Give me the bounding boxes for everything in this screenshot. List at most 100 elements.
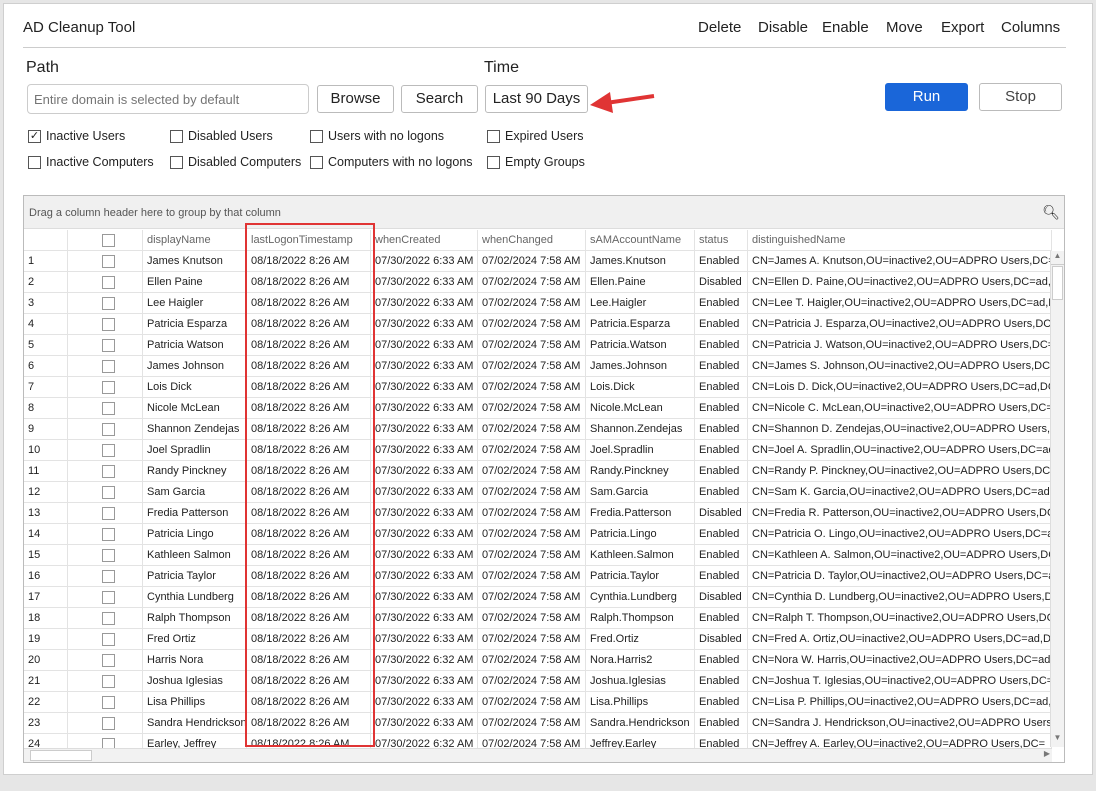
table-row[interactable]: 4 Patricia Esparza 08/18/2022 8:26 AM 07/30… xyxy=(24,314,1052,335)
table-row[interactable]: 18 Ralph Thompson 08/18/2022 8:26 AM 07/30/… xyxy=(24,608,1052,629)
table-row[interactable]: 23 Sandra Hendrickson 08/18/2022 8:26 AM 07… xyxy=(24,713,1052,734)
table-row[interactable]: 3 Lee Haigler 08/18/2022 8:26 AM 07/30/2022… xyxy=(24,293,1052,314)
scroll-down-icon[interactable]: ▼ xyxy=(1051,733,1064,747)
table-row[interactable]: 21 Joshua Iglesias 08/18/2022 8:26 AM 07/30… xyxy=(24,671,1052,692)
filter-computers-with-no-logons[interactable]: Computers with no logons xyxy=(310,155,473,169)
scrollbar-thumb[interactable] xyxy=(1052,266,1063,300)
row-checkbox[interactable] xyxy=(68,314,143,335)
checkbox[interactable] xyxy=(102,549,115,562)
vertical-scrollbar[interactable]: ▲ ▼ xyxy=(1050,251,1064,747)
checkbox[interactable] xyxy=(102,570,115,583)
row-checkbox[interactable] xyxy=(68,461,143,482)
menu-columns[interactable]: Columns xyxy=(1001,19,1060,36)
checkbox[interactable] xyxy=(102,486,115,499)
row-checkbox[interactable] xyxy=(68,440,143,461)
row-checkbox[interactable] xyxy=(68,503,143,524)
column-header-row[interactable]: displayName lastLogonTimestamp whenCreated… xyxy=(24,230,1052,251)
table-row[interactable]: 11 Randy Pinckney 08/18/2022 8:26 AM 07/30/… xyxy=(24,461,1052,482)
row-checkbox[interactable] xyxy=(68,293,143,314)
checkbox[interactable] xyxy=(102,591,115,604)
checkbox[interactable] xyxy=(170,155,183,169)
row-checkbox[interactable] xyxy=(68,251,143,272)
table-row[interactable]: 7 Lois Dick 08/18/2022 8:26 AM 07/30/2022 6… xyxy=(24,377,1052,398)
menu-delete[interactable]: Delete xyxy=(698,19,741,36)
checkbox[interactable] xyxy=(102,423,115,436)
table-row[interactable]: 5 Patricia Watson 08/18/2022 8:26 AM 07/30/… xyxy=(24,335,1052,356)
menu-disable[interactable]: Disable xyxy=(758,19,808,36)
row-checkbox[interactable] xyxy=(68,398,143,419)
filter-inactive-computers[interactable]: Inactive Computers xyxy=(28,155,154,169)
checkbox[interactable] xyxy=(102,675,115,688)
checkbox[interactable] xyxy=(102,444,115,457)
filter-inactive-users[interactable]: ✓ Inactive Users xyxy=(28,129,125,143)
checkbox[interactable] xyxy=(102,297,115,310)
checkbox[interactable] xyxy=(102,465,115,478)
checkbox[interactable] xyxy=(102,276,115,289)
checkbox[interactable] xyxy=(170,129,183,143)
table-row[interactable]: 1 James Knutson 08/18/2022 8:26 AM 07/30/20… xyxy=(24,251,1052,272)
filter-users-with-no-logons[interactable]: Users with no logons xyxy=(310,129,444,143)
checkbox[interactable] xyxy=(102,612,115,625)
table-row[interactable]: 20 Harris Nora 08/18/2022 8:26 AM 07/30/202… xyxy=(24,650,1052,671)
row-checkbox[interactable] xyxy=(68,713,143,734)
checkbox[interactable]: ✓ xyxy=(28,129,41,143)
row-checkbox[interactable] xyxy=(68,524,143,545)
row-checkbox[interactable] xyxy=(68,230,143,251)
row-checkbox[interactable] xyxy=(68,608,143,629)
table-row[interactable]: 16 Patricia Taylor 08/18/2022 8:26 AM 07/30… xyxy=(24,566,1052,587)
row-checkbox[interactable] xyxy=(68,482,143,503)
row-checkbox[interactable] xyxy=(68,650,143,671)
row-checkbox[interactable] xyxy=(68,629,143,650)
row-checkbox[interactable] xyxy=(68,272,143,293)
row-checkbox[interactable] xyxy=(68,356,143,377)
table-row[interactable]: 2 Ellen Paine 08/18/2022 8:26 AM 07/30/2022… xyxy=(24,272,1052,293)
row-checkbox[interactable] xyxy=(68,419,143,440)
checkbox[interactable] xyxy=(102,528,115,541)
table-row[interactable]: 8 Nicole McLean 08/18/2022 8:26 AM 07/30/20… xyxy=(24,398,1052,419)
table-row[interactable]: 6 James Johnson 08/18/2022 8:26 AM 07/30/20… xyxy=(24,356,1052,377)
table-row[interactable]: 19 Fred Ortiz 08/18/2022 8:26 AM 07/30/2022… xyxy=(24,629,1052,650)
table-row[interactable]: 17 Cynthia Lundberg 08/18/2022 8:26 AM 07/3… xyxy=(24,587,1052,608)
row-checkbox[interactable] xyxy=(68,377,143,398)
table-row[interactable]: 9 Shannon Zendejas 08/18/2022 8:26 AM 07/30… xyxy=(24,419,1052,440)
filter-disabled-users[interactable]: Disabled Users xyxy=(170,129,273,143)
scroll-right-icon[interactable]: ▶ xyxy=(1044,749,1050,758)
search-icon[interactable]: 🔍︎ xyxy=(1042,204,1060,221)
checkbox[interactable] xyxy=(310,155,323,169)
table-row[interactable]: 15 Kathleen Salmon 08/18/2022 8:26 AM 07/30… xyxy=(24,545,1052,566)
row-checkbox[interactable] xyxy=(68,587,143,608)
search-button[interactable]: Search xyxy=(401,85,478,113)
table-row[interactable]: 14 Patricia Lingo 08/18/2022 8:26 AM 07/30/… xyxy=(24,524,1052,545)
row-checkbox[interactable] xyxy=(68,335,143,356)
table-row[interactable]: 13 Fredia Patterson 08/18/2022 8:26 AM 07/3… xyxy=(24,503,1052,524)
checkbox[interactable] xyxy=(102,381,115,394)
browse-button[interactable]: Browse xyxy=(317,85,394,113)
h-scrollbar-thumb[interactable] xyxy=(30,750,92,761)
filter-disabled-computers[interactable]: Disabled Computers xyxy=(170,155,301,169)
checkbox[interactable] xyxy=(310,129,323,143)
checkbox[interactable] xyxy=(102,633,115,646)
table-row[interactable]: 22 Lisa Phillips 08/18/2022 8:26 AM 07/30/2… xyxy=(24,692,1052,713)
row-checkbox[interactable] xyxy=(68,566,143,587)
table-row[interactable]: 12 Sam Garcia 08/18/2022 8:26 AM 07/30/2022… xyxy=(24,482,1052,503)
scroll-up-icon[interactable]: ▲ xyxy=(1051,251,1064,265)
checkbox[interactable] xyxy=(102,339,115,352)
row-checkbox[interactable] xyxy=(68,671,143,692)
run-button[interactable]: Run xyxy=(885,83,968,111)
time-range-dropdown[interactable]: Last 90 Days xyxy=(485,85,588,113)
menu-enable[interactable]: Enable xyxy=(822,19,869,36)
checkbox[interactable] xyxy=(102,234,115,247)
menu-move[interactable]: Move xyxy=(886,19,923,36)
row-checkbox[interactable] xyxy=(68,692,143,713)
row-checkbox[interactable] xyxy=(68,545,143,566)
checkbox[interactable] xyxy=(102,255,115,268)
checkbox[interactable] xyxy=(102,507,115,520)
checkbox[interactable] xyxy=(102,717,115,730)
menu-export[interactable]: Export xyxy=(941,19,984,36)
checkbox[interactable] xyxy=(487,129,500,143)
checkbox[interactable] xyxy=(487,155,500,169)
checkbox[interactable] xyxy=(102,318,115,331)
stop-button[interactable]: Stop xyxy=(979,83,1062,111)
filter-expired-users[interactable]: Expired Users xyxy=(487,129,584,143)
checkbox[interactable] xyxy=(28,155,41,169)
